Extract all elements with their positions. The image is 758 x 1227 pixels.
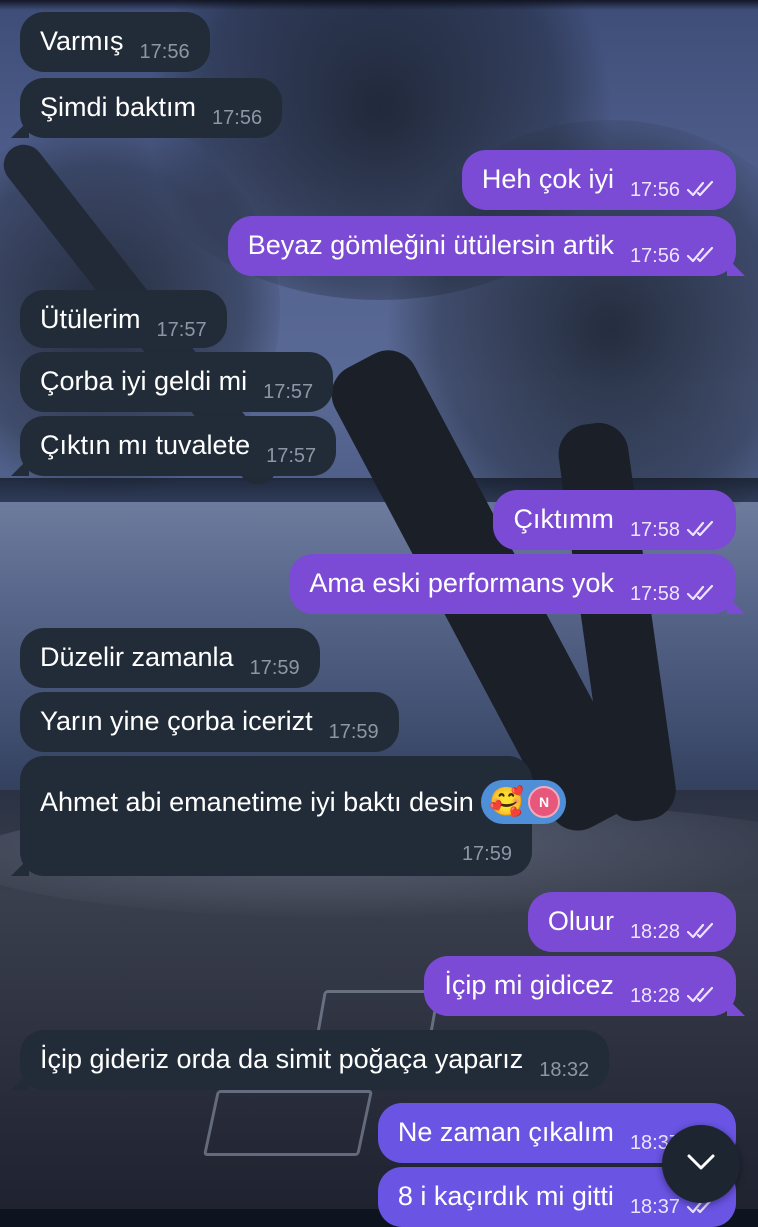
message-time: 17:56 [629,179,680,201]
message-time: 17:56 [212,107,263,129]
message-bubble-incoming[interactable]: Çorba iyi geldi mi 17:57 [20,352,334,412]
smiling-face-with-hearts-emoji: 🥰 [489,786,525,817]
message-text: Ama eski performans yok [309,568,614,598]
message-time: 17:56 [139,41,190,63]
message-meta: 18:28 [630,985,716,1008]
message-bubble-incoming[interactable]: Çıktın mı tuvalete 17:57 [20,416,337,476]
chevron-down-icon [683,1144,719,1185]
message-text: Şimdi baktım [40,92,197,122]
message-text: Düzelir zamanla [40,642,234,672]
double-check-icon [686,922,716,940]
message-bubble-outgoing[interactable]: Beyaz gömleğini ütülersin artik 17:56 [227,216,736,276]
message-text: İçip mi gidicez [444,970,614,1000]
message-meta: 17:58 [630,519,716,542]
message-time: 17:59 [461,843,512,865]
message-time: 17:57 [266,445,317,467]
message-time: 18:28 [629,921,680,943]
message-time: 18:28 [629,985,680,1007]
message-bubble-incoming[interactable]: Varmış 17:56 [20,12,210,72]
message-text: Yarın yine çorba icerizt [40,706,313,736]
message-time: 18:32 [539,1059,590,1081]
double-check-icon [686,180,716,198]
message-bubble-incoming[interactable]: Ütülerim 17:57 [20,290,227,348]
message-text: Oluur [547,906,614,936]
scroll-to-bottom-button[interactable] [662,1125,740,1203]
message-text: 8 i kaçırdık mi gitti [397,1181,614,1211]
message-time: 17:59 [328,721,379,743]
message-bubble-outgoing[interactable]: Ama eski performans yok 17:58 [289,554,736,614]
message-time: 17:58 [629,519,680,541]
double-check-icon [686,986,716,1004]
double-check-icon [686,520,716,538]
message-list[interactable]: Varmış 17:56 Şimdi baktım 17:56 Heh çok iy… [0,0,758,1227]
message-bubble-incoming[interactable]: Düzelir zamanla 17:59 [20,628,320,688]
message-time: 17:57 [263,381,314,403]
reaction-chip[interactable]: 🥰 N [481,780,567,824]
avatar: N [528,786,561,818]
message-text: Varmış [40,26,124,56]
message-bubble-incoming[interactable]: Ahmet abi emanetime iyi baktı desin 🥰 N … [20,756,567,876]
message-meta: 18:28 [630,921,716,944]
message-bubble-outgoing[interactable]: Heh çok iyi 17:56 [461,150,736,210]
message-time: 18:37 [629,1196,680,1218]
message-bubble-outgoing[interactable]: Oluur 18:28 [527,892,736,952]
message-text: Ütülerim [40,304,141,334]
message-text: Çıktımm [513,504,614,534]
message-text: İçip gideriz orda da simit poğaça yaparı… [40,1044,524,1074]
message-text: Beyaz gömleğini ütülersin artik [247,230,614,260]
message-meta: 17:56 [630,245,716,268]
message-time: 17:57 [156,319,207,341]
message-bubble-incoming[interactable]: İçip gideriz orda da simit poğaça yaparı… [20,1030,610,1090]
message-bubble-outgoing[interactable]: Çıktımm 17:58 [493,490,736,550]
message-time: 17:56 [629,245,680,267]
message-bubble-incoming[interactable]: Yarın yine çorba icerizt 17:59 [20,692,399,752]
double-check-icon [686,246,716,264]
message-time: 17:59 [249,657,300,679]
message-text: Çıktın mı tuvalete [40,430,251,460]
message-bubble-outgoing[interactable]: İçip mi gidicez 18:28 [424,956,736,1016]
message-time: 17:58 [629,583,680,605]
message-text: Ne zaman çıkalım [397,1117,614,1147]
message-bubble-incoming[interactable]: Şimdi baktım 17:56 [20,78,283,138]
double-check-icon [686,584,716,602]
message-text: Heh çok iyi [481,164,614,194]
message-meta: 17:58 [630,583,716,606]
message-text: Ahmet abi emanetime iyi baktı desin [40,787,474,817]
message-meta: 17:56 [630,179,716,202]
message-text: Çorba iyi geldi mi [40,366,248,396]
